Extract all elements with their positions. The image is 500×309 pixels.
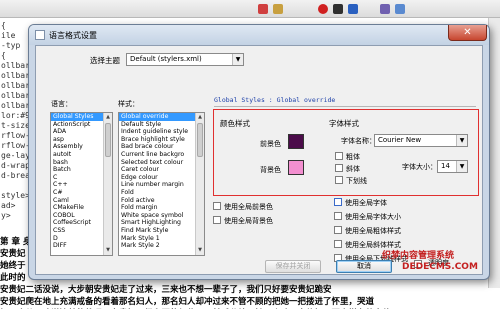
italic-label: 斜体 xyxy=(346,165,360,173)
font-size-select[interactable]: 14 ▼ xyxy=(437,160,468,173)
style-list-item[interactable]: Fold active xyxy=(119,197,204,205)
scroll-up-icon[interactable]: ▲ xyxy=(196,113,204,122)
style-list[interactable]: Global override Default Style Indent guide… xyxy=(118,112,205,256)
use-global-bold-checkbox[interactable] xyxy=(334,226,342,234)
use-global-italic-checkbox[interactable] xyxy=(334,240,342,248)
font-name-label: 字体名称： xyxy=(341,137,376,145)
use-global-fg-label: 使用全局前景色 xyxy=(224,203,273,211)
underline-label: 下划线 xyxy=(346,177,367,185)
use-global-font-size-checkbox[interactable] xyxy=(334,212,342,220)
style-list-item[interactable]: Bad brace colour xyxy=(119,143,204,151)
scroll-thumb[interactable] xyxy=(197,123,203,157)
style-list-item[interactable]: Fold margin xyxy=(119,204,204,212)
style-list-item[interactable]: Mark Style 2 xyxy=(119,242,204,250)
background-color-swatch[interactable] xyxy=(288,160,304,175)
dialog-client-area: 选择主题 Default (stylers.xml) ▼ 语言： 样式： Glo… xyxy=(35,45,483,275)
content-line: 她终于 xyxy=(0,261,26,271)
watermark: 透明度 织梦内容管理系统 DEDECMS.COM xyxy=(382,244,500,309)
style-list-item[interactable]: Caret colour xyxy=(119,166,204,174)
theme-label: 选择主题 xyxy=(90,56,120,65)
use-global-fg-checkbox[interactable] xyxy=(213,202,221,210)
play-icon[interactable] xyxy=(348,4,358,14)
code-line: -typ xyxy=(1,41,21,50)
style-list-item[interactable]: Global override xyxy=(119,113,204,121)
style-list-item[interactable]: Brace highlight style xyxy=(119,136,204,144)
watermark-line-2: DEDECMS.COM xyxy=(402,262,478,272)
use-global-bg-label: 使用全局背景色 xyxy=(224,217,273,225)
content-line: 此时的 xyxy=(0,273,26,283)
background-label: 背景色 xyxy=(260,166,281,174)
dialog-title: 语言格式设置 xyxy=(49,31,97,40)
code-line: y> xyxy=(1,211,11,220)
font-section-title: 字体样式 xyxy=(329,119,359,128)
foreground-label: 前景色 xyxy=(260,140,281,148)
style-list-scrollbar[interactable]: ▲ ▼ xyxy=(195,113,204,255)
style-list-item[interactable]: Mark Style 1 xyxy=(119,235,204,243)
underline-checkbox[interactable] xyxy=(335,176,343,184)
language-label: 语言： xyxy=(51,100,72,108)
save-close-button[interactable]: 保存并关闭 xyxy=(265,260,321,273)
style-label: 样式： xyxy=(118,100,139,108)
font-size-value: 14 xyxy=(441,162,450,170)
dialog-app-icon xyxy=(35,30,45,40)
use-global-font-size-label: 使用全局字体大小 xyxy=(345,213,401,221)
style-list-item[interactable]: Edge colour xyxy=(119,174,204,182)
style-header: Global Styles : Global override xyxy=(214,96,336,104)
scroll-up-icon[interactable]: ▲ xyxy=(104,113,112,122)
content-line: 安贵妃二话没说，大步朝安贵妃走了过来，三来也不想一辈子了，我们只好要安贵妃跪安 xyxy=(0,285,332,295)
dialog-titlebar[interactable]: 语言格式设置 ✕ xyxy=(29,25,489,45)
style-header-divider xyxy=(214,106,476,107)
style-list-item[interactable]: White space symbol xyxy=(119,212,204,220)
style-list-item[interactable]: Fold xyxy=(119,189,204,197)
chevron-down-icon[interactable]: ▼ xyxy=(456,135,467,146)
scroll-down-icon[interactable]: ▼ xyxy=(104,246,112,255)
foreground-color-swatch[interactable] xyxy=(288,134,304,149)
use-global-font-label: 使用全局字体 xyxy=(345,199,387,207)
code-line: ad> xyxy=(1,201,16,210)
font-size-label: 字体大小： xyxy=(402,163,437,171)
theme-select-value: Default (stylers.xml) xyxy=(130,55,202,63)
watermark-line-1: 织梦内容管理系统 xyxy=(382,251,455,261)
theme-select[interactable]: Default (stylers.xml) ▼ xyxy=(126,53,244,66)
cut-icon[interactable] xyxy=(258,4,268,14)
code-line: style> xyxy=(1,191,30,200)
code-line: { xyxy=(1,51,6,60)
style-list-item[interactable]: Default Style xyxy=(119,121,204,129)
chevron-down-icon[interactable]: ▼ xyxy=(456,161,467,172)
close-button[interactable]: ✕ xyxy=(448,25,487,41)
code-line: { xyxy=(1,21,6,30)
abc-spell-icon[interactable] xyxy=(395,4,405,14)
language-list-scrollbar[interactable]: ▲ ▼ xyxy=(103,113,112,255)
record-icon[interactable] xyxy=(318,4,328,14)
content-line: 安贵妃 xyxy=(0,249,26,259)
style-list-item[interactable]: Selected text colour xyxy=(119,159,204,167)
bold-checkbox[interactable] xyxy=(335,152,343,160)
style-list-item[interactable]: Smart HighLighting xyxy=(119,219,204,227)
chevron-down-icon[interactable]: ▼ xyxy=(232,54,243,65)
stop-icon[interactable] xyxy=(333,4,343,14)
content-line: 第 章 身 xyxy=(0,237,32,247)
color-section-title: 颜色样式 xyxy=(220,119,250,128)
style-list-item[interactable]: Indent guideline style xyxy=(119,128,204,136)
font-name-select[interactable]: Courier New ▼ xyxy=(374,134,468,147)
content-line: 安贵妃爬在地上充满戒备的看着那名妇人，那名妇人却冲过来不管不顾的把她一把搂进了怀… xyxy=(0,297,375,307)
bold-label: 粗体 xyxy=(346,153,360,161)
style-list-item[interactable]: Line number margin xyxy=(119,181,204,189)
scroll-down-icon[interactable]: ▼ xyxy=(196,246,204,255)
use-global-bold-label: 使用全局粗体样式 xyxy=(345,227,401,235)
use-global-font-checkbox[interactable] xyxy=(334,198,342,206)
style-list-item[interactable]: Find Mark Style xyxy=(119,227,204,235)
language-list[interactable]: Global Styles ActionScript ADA asp Assembly a… xyxy=(50,112,113,256)
paste-icon[interactable] xyxy=(273,4,283,14)
editor-toolbar xyxy=(0,0,500,18)
cancel-button[interactable]: 取消 xyxy=(336,260,392,273)
style-configurator-dialog: 语言格式设置 ✕ 选择主题 Default (stylers.xml) ▼ 语言… xyxy=(28,24,490,280)
font-name-value: Courier New xyxy=(378,136,422,144)
style-list-item[interactable]: Current line backgro xyxy=(119,151,204,159)
code-line: ile xyxy=(1,31,16,40)
use-global-bg-checkbox[interactable] xyxy=(213,216,221,224)
scroll-thumb[interactable] xyxy=(105,123,111,157)
macro-icon[interactable] xyxy=(380,4,390,14)
italic-checkbox[interactable] xyxy=(335,164,343,172)
